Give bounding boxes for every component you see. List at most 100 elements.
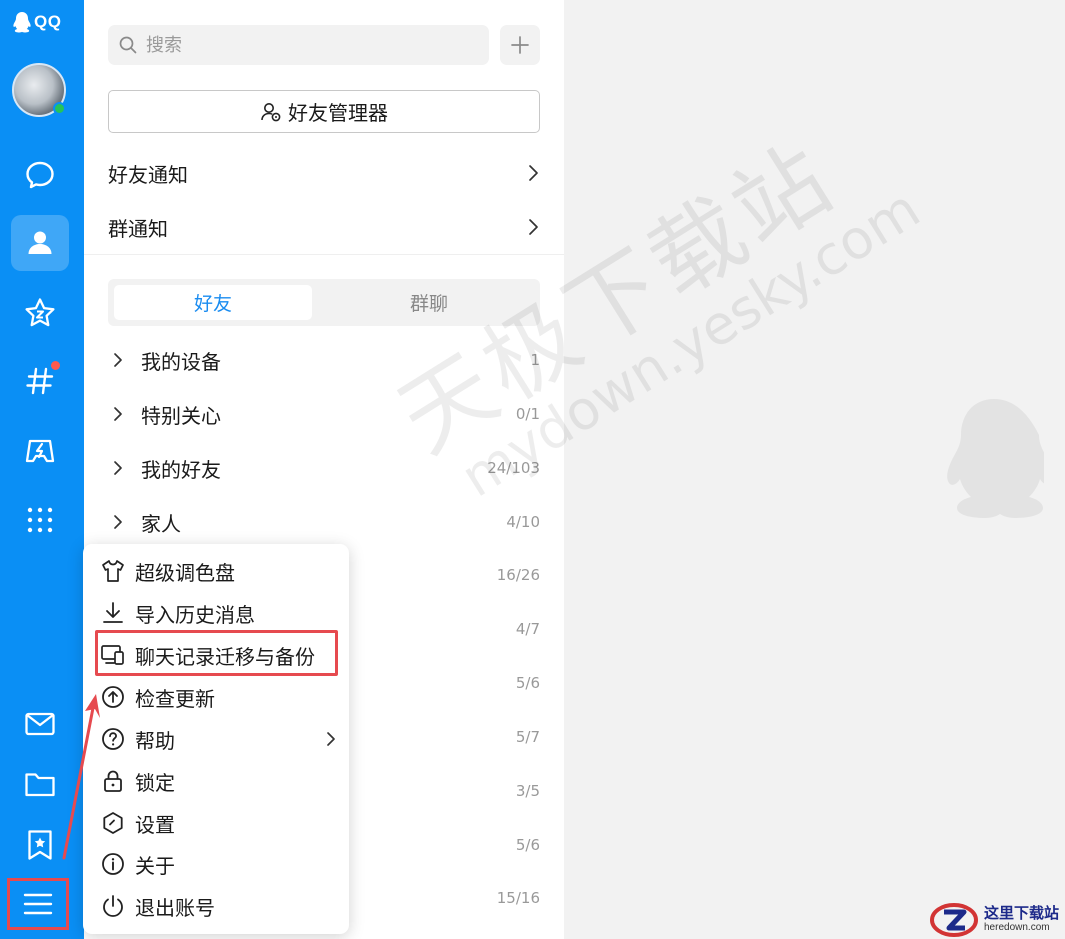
- menu-item-super-palette[interactable]: 超级调色盘: [83, 551, 349, 591]
- group-count: 0/1: [515, 405, 540, 423]
- menu-item-logout[interactable]: 退出账号: [83, 886, 349, 926]
- grid-icon: [27, 507, 53, 533]
- menu-item-chat-backup[interactable]: 聊天记录迁移与备份: [83, 635, 349, 675]
- menu-item-label: 聊天记录迁移与备份: [135, 644, 315, 669]
- rail-apps-button[interactable]: [11, 492, 69, 548]
- group-count: 1: [530, 351, 540, 369]
- friend-manager-icon: [261, 102, 281, 121]
- qq-logo: QQ: [12, 10, 61, 34]
- tab-groups[interactable]: 群聊: [324, 285, 534, 320]
- menu-item-lock[interactable]: 锁定: [83, 761, 349, 801]
- group-count: 5/6: [515, 674, 540, 692]
- chevron-right-icon: [114, 353, 122, 367]
- menu-item-label: 设置: [135, 812, 175, 837]
- heredown-logo-main: 这里下载站: [984, 904, 1060, 922]
- menu-item-help[interactable]: 帮助: [83, 719, 349, 759]
- group-notice-label: 群通知: [108, 216, 168, 241]
- menu-item-label: 退出账号: [135, 895, 215, 920]
- mail-icon: [25, 712, 55, 736]
- group-count: 4/7: [515, 620, 540, 638]
- power-icon: [103, 895, 123, 917]
- menu-item-label: 导入历史消息: [135, 602, 255, 627]
- menu-item-settings[interactable]: 设置: [83, 803, 349, 843]
- group-row[interactable]: 特别关心 0/1: [108, 394, 540, 434]
- folder-icon: [25, 773, 55, 797]
- group-count: 3/5: [515, 782, 540, 800]
- group-name: 家人: [141, 511, 181, 536]
- star-icon: [25, 298, 55, 327]
- group-count: 16/26: [496, 566, 540, 584]
- menu-item-check-update[interactable]: 检查更新: [83, 677, 349, 717]
- group-row[interactable]: 我的设备 1: [108, 340, 540, 380]
- menu-item-label: 超级调色盘: [135, 560, 235, 585]
- rail-contacts-button[interactable]: [11, 215, 69, 271]
- online-status-dot: [53, 102, 66, 115]
- main-menu-button[interactable]: [7, 878, 69, 930]
- group-row[interactable]: 家人 4/10: [108, 502, 540, 542]
- penguin-logo-icon: [13, 12, 31, 33]
- rail-bookmarks-button[interactable]: [11, 817, 69, 873]
- chevron-right-icon: [114, 407, 122, 421]
- menu-item-label: 锁定: [135, 770, 175, 795]
- group-count: 15/16: [496, 889, 540, 907]
- group-count: 24/103: [487, 459, 540, 477]
- main-menu-popup: 超级调色盘 导入历史消息 聊天记录迁移与备份 检查更新 帮助 锁定 设置 关于 …: [83, 544, 349, 934]
- section-divider: [84, 254, 564, 255]
- hamburger-menu-icon: [23, 893, 53, 915]
- rail-channels-button[interactable]: [11, 353, 69, 409]
- menu-item-label: 关于: [135, 853, 175, 878]
- tshirt-icon: [102, 560, 124, 582]
- download-icon: [103, 602, 123, 623]
- menu-item-label: 帮助: [135, 728, 175, 753]
- group-notice-row[interactable]: 群通知: [108, 207, 540, 247]
- menu-item-about[interactable]: 关于: [83, 844, 349, 884]
- heredown-logo: 这里下载站 heredown.com: [930, 900, 1065, 939]
- group-name: 我的设备: [141, 349, 221, 374]
- info-circle-icon: [102, 853, 124, 875]
- person-icon: [28, 231, 52, 254]
- friend-notice-row[interactable]: 好友通知: [108, 153, 540, 193]
- upload-circle-icon: [102, 686, 124, 708]
- qq-penguin-placeholder-icon: [947, 399, 1044, 518]
- rail-favorites-button[interactable]: [11, 285, 69, 341]
- help-circle-icon: [102, 728, 124, 750]
- search-input[interactable]: [144, 33, 468, 57]
- heredown-badge-icon: [930, 902, 978, 937]
- tab-friends[interactable]: 好友: [114, 285, 312, 320]
- group-count: 4/10: [506, 513, 540, 531]
- group-name: 我的好友: [141, 457, 221, 482]
- chevron-right-icon: [529, 219, 538, 235]
- user-avatar[interactable]: [12, 63, 66, 117]
- heredown-logo-sub: heredown.com: [984, 922, 1050, 933]
- rail-files-button[interactable]: [11, 756, 69, 812]
- menu-item-label: 检查更新: [135, 686, 215, 711]
- menu-item-import-history[interactable]: 导入历史消息: [83, 593, 349, 633]
- search-icon: [119, 36, 137, 54]
- rail-games-button[interactable]: [11, 423, 69, 479]
- chevron-right-icon: [114, 515, 122, 529]
- group-count: 5/7: [515, 728, 540, 746]
- rail-mail-button[interactable]: [11, 696, 69, 752]
- app-logo-text: QQ: [34, 12, 62, 31]
- navigation-rail: QQ: [0, 0, 84, 939]
- chevron-right-icon: [529, 165, 538, 181]
- bookmark-star-icon: [28, 830, 52, 860]
- chevron-right-icon: [327, 732, 335, 746]
- devices-icon: [101, 645, 124, 665]
- group-count: 5/6: [515, 836, 540, 854]
- rail-messages-button[interactable]: [11, 147, 69, 203]
- group-row[interactable]: 我的好友 24/103: [108, 448, 540, 488]
- notification-badge: [51, 361, 60, 370]
- contact-tabs: 好友 群聊: [108, 279, 540, 326]
- friend-manager-label: 好友管理器: [288, 101, 388, 125]
- plus-icon: [511, 36, 529, 54]
- chat-bubble-icon: [26, 161, 54, 189]
- chevron-right-icon: [114, 461, 122, 475]
- friend-notice-label: 好友通知: [108, 162, 188, 187]
- add-button[interactable]: [500, 25, 540, 65]
- game-lightning-icon: [25, 439, 55, 463]
- group-name: 特别关心: [141, 403, 221, 428]
- search-box[interactable]: [108, 25, 489, 65]
- friend-manager-button[interactable]: 好友管理器: [108, 90, 540, 133]
- lock-icon: [104, 770, 122, 792]
